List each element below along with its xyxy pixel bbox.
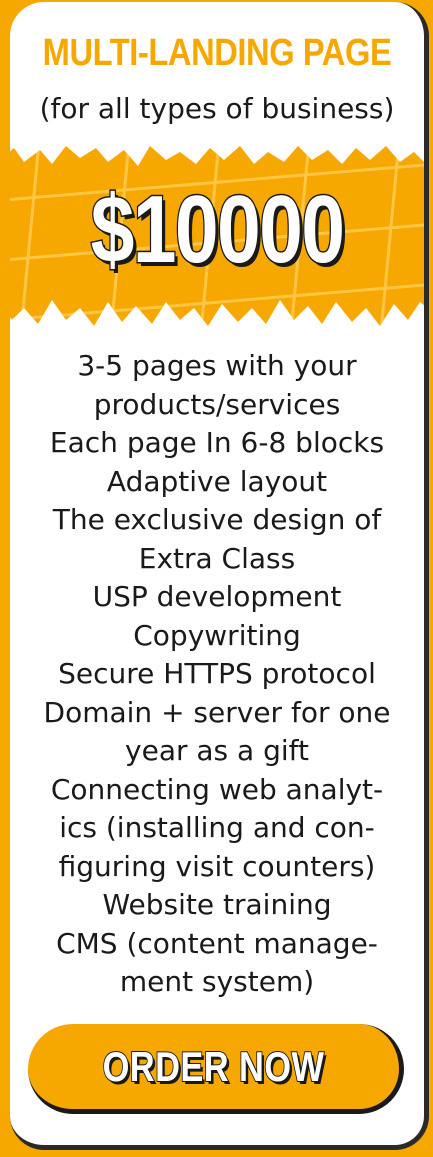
feature-item: USP development bbox=[92, 580, 342, 613]
feature-item: Copywriting bbox=[133, 618, 301, 652]
feature-item: Each page In 6-8 blocks bbox=[49, 426, 385, 459]
price-label: $10000 bbox=[89, 176, 346, 283]
plan-subtitle: (for all types of business) bbox=[39, 92, 395, 125]
feature-item: 3-5 pages with your bbox=[77, 349, 357, 382]
feature-item: Connecting web analyt- bbox=[50, 772, 384, 806]
feature-item: The exclusive design of bbox=[52, 503, 382, 536]
feature-item: figuring visit counters) bbox=[58, 849, 376, 883]
order-now-button[interactable]: ORDER NOW bbox=[28, 1024, 404, 1114]
feature-item: Secure HTTPS protocol bbox=[58, 657, 376, 690]
plan-title: MULTI-LANDING PAGE bbox=[42, 32, 392, 74]
feature-item: Extra Class bbox=[138, 541, 296, 575]
feature-item: Adaptive layout bbox=[106, 464, 328, 498]
order-now-label: ORDER NOW bbox=[102, 1042, 325, 1091]
feature-item: year as a gift bbox=[125, 734, 309, 767]
feature-item: ics (installing and con- bbox=[59, 811, 375, 844]
feature-item: ment system) bbox=[119, 965, 315, 998]
feature-item: CMS (content manage- bbox=[56, 926, 378, 960]
feature-item: Domain + server for one bbox=[43, 695, 391, 729]
feature-item: products/services bbox=[93, 387, 341, 421]
feature-item: Website training bbox=[102, 888, 332, 921]
pricing-card: MULTI-LANDING PAGE (for all types of bus… bbox=[10, 2, 429, 1150]
feature-list: 3-5 pages with your products/services Ea… bbox=[10, 347, 424, 1002]
